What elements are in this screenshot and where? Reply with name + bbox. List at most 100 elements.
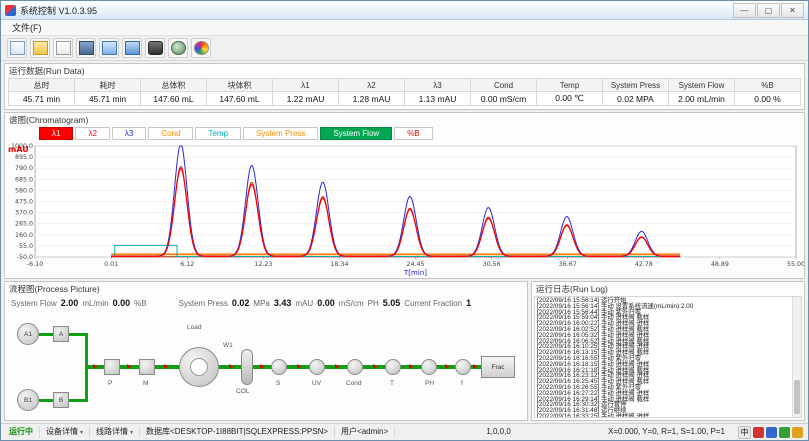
run-data-header-cell: λ2 (339, 79, 405, 92)
system-flow-label: System Flow (11, 299, 57, 308)
line-details-dropdown[interactable]: 线路详情▾ (90, 426, 140, 438)
monitor-alt-icon[interactable] (122, 38, 142, 58)
toolbar (1, 36, 808, 61)
report-icon[interactable] (53, 38, 73, 58)
cond-unit: mS/cm (339, 299, 364, 308)
bottle-b1[interactable]: B1 (17, 389, 39, 411)
monitor-icon[interactable] (99, 38, 119, 58)
save-icon[interactable] (76, 38, 96, 58)
log-scrollbar[interactable] (792, 297, 801, 417)
ph-value: 5.05 (383, 298, 401, 308)
open-file-icon[interactable] (30, 38, 50, 58)
bottle-a1[interactable]: A1 (17, 323, 39, 345)
pump-p-label: P (108, 380, 112, 387)
system-press-unit: MPa (253, 299, 269, 308)
open-file-icon (33, 41, 48, 55)
flow-arrow-icon: ▶ (473, 364, 478, 370)
flow-arrow-icon: ▶ (127, 364, 132, 370)
injection-valve-rotor (190, 358, 208, 376)
waste-w1-label: W1 (223, 342, 233, 349)
current-fraction-value: 1 (466, 298, 471, 308)
app-window: 系统控制 V1.0.3.95 — ▢ ✕ 文件(F) 运行数据(Run Data… (0, 0, 809, 441)
flow-arrow-icon: ▶ (229, 364, 234, 370)
svg-text:6.12: 6.12 (180, 261, 194, 268)
svg-text:-6.10: -6.10 (27, 261, 43, 268)
tray-green-icon[interactable] (779, 427, 790, 438)
legend-chip[interactable]: System Flow (320, 127, 392, 140)
flow-arrow-icon: ▶ (409, 364, 414, 370)
window-title: 系统控制 V1.0.3.95 (20, 4, 97, 17)
cond-detector[interactable] (347, 359, 363, 375)
percent-b-value: 0.00 (113, 298, 131, 308)
settings-image-icon[interactable] (168, 38, 188, 58)
database-status: 数据库<DESKTOP-1I88BIT|SQLEXPRESS:PPSN> (140, 426, 335, 438)
device-details-dropdown[interactable]: 设备详情▾ (40, 426, 90, 438)
menu-file[interactable]: 文件(F) (5, 21, 49, 34)
run-data-panel: 运行数据(Run Data) 总时耗时总体积块体积λ1λ2λ3CondTempS… (4, 63, 805, 110)
app-icon (5, 5, 16, 16)
svg-text:895.0: 895.0 (15, 154, 33, 161)
run-data-value-cell: 1.13 mAU (405, 92, 471, 106)
flow-cell-f-label: f (461, 380, 463, 387)
fraction-collector[interactable]: Frac (481, 356, 515, 378)
run-data-value-cell: 0.02 MPA (603, 92, 669, 106)
valve-a[interactable]: A (53, 326, 69, 342)
run-data-header-cell: %B (735, 79, 801, 92)
chromatogram-svg[interactable]: 1000.0895.0790.0685.0580.0475.0370.0265.… (5, 141, 804, 277)
system-tray: 中 (735, 426, 806, 439)
tray-blue-icon[interactable] (766, 427, 777, 438)
menu-bar: 文件(F) (1, 20, 808, 36)
legend-chip[interactable]: Cond (148, 127, 193, 140)
maximize-button[interactable]: ▢ (757, 3, 780, 18)
uv-detector[interactable] (309, 359, 325, 375)
process-readouts: System Flow 2.00 mL/min 0.00 %B System P… (5, 295, 527, 308)
run-data-header-cell: Cond (471, 79, 537, 92)
close-button[interactable]: ✕ (781, 3, 804, 18)
injection-valve[interactable] (179, 347, 219, 387)
run-data-title: 运行数据(Run Data) (5, 64, 804, 77)
user-status: 用户<admin> (335, 426, 395, 438)
coordinates-status: X=0.000, Y=0, R=1, S=1.00, P=1 (602, 426, 731, 438)
run-log-panel: 运行日志(Run Log) [2022/09/16 15:56:14] 运行开始… (531, 281, 805, 421)
temp-sensor[interactable] (385, 359, 401, 375)
legend-chip[interactable]: Temp (195, 127, 241, 140)
tray-yellow-icon[interactable] (792, 427, 803, 438)
run-data-header-cell: 总体积 (141, 79, 207, 92)
ph-sensor[interactable] (421, 359, 437, 375)
cond-detector-label: Cond (346, 380, 362, 387)
svg-text:36.67: 36.67 (559, 261, 577, 268)
flow-arrow-icon: ▶ (164, 364, 169, 370)
mixer-m[interactable] (139, 359, 155, 375)
monitor-alt-icon (125, 41, 140, 55)
legend-chip[interactable]: λ3 (112, 127, 146, 140)
camera-icon (148, 41, 163, 55)
legend-chip[interactable]: %B (394, 127, 432, 140)
flow-cell-f[interactable] (455, 359, 471, 375)
run-data-header-cell: 块体积 (207, 79, 273, 92)
legend-chip[interactable]: λ1 (39, 127, 73, 140)
uv-value: 3.43 (274, 298, 292, 308)
ime-tray-icon[interactable]: 中 (738, 426, 751, 439)
legend-chip[interactable]: λ2 (75, 127, 109, 140)
svg-text:24.45: 24.45 (407, 261, 425, 268)
status-bar: 运行中 设备详情▾ 线路详情▾ 数据库<DESKTOP-1I88BIT|SQLE… (1, 423, 808, 440)
svg-text:55.0: 55.0 (19, 243, 33, 250)
sensor-s-label: S (276, 380, 280, 387)
run-data-header-cell: 耗时 (75, 79, 141, 92)
tray-red-icon[interactable] (753, 427, 764, 438)
run-data-value-cell: 1.28 mAU (339, 92, 405, 106)
legend-chip[interactable]: System Press (243, 127, 318, 140)
run-data-header-cell: Temp (537, 79, 603, 92)
sensor-s[interactable] (271, 359, 287, 375)
valve-b[interactable]: B (53, 392, 69, 408)
minimize-button[interactable]: — (733, 3, 756, 18)
log-scrollbar-thumb[interactable] (794, 380, 800, 414)
palette-icon[interactable] (191, 38, 211, 58)
run-data-header-cell: System Flow (669, 79, 735, 92)
pump-p[interactable] (104, 359, 120, 375)
svg-text:580.0: 580.0 (15, 187, 33, 194)
camera-icon[interactable] (145, 38, 165, 58)
new-method-icon[interactable] (7, 38, 27, 58)
run-log-list[interactable]: [2022/09/16 15:56:14] 运行开始[2022/09/16 15… (534, 296, 802, 418)
column[interactable] (241, 349, 253, 385)
